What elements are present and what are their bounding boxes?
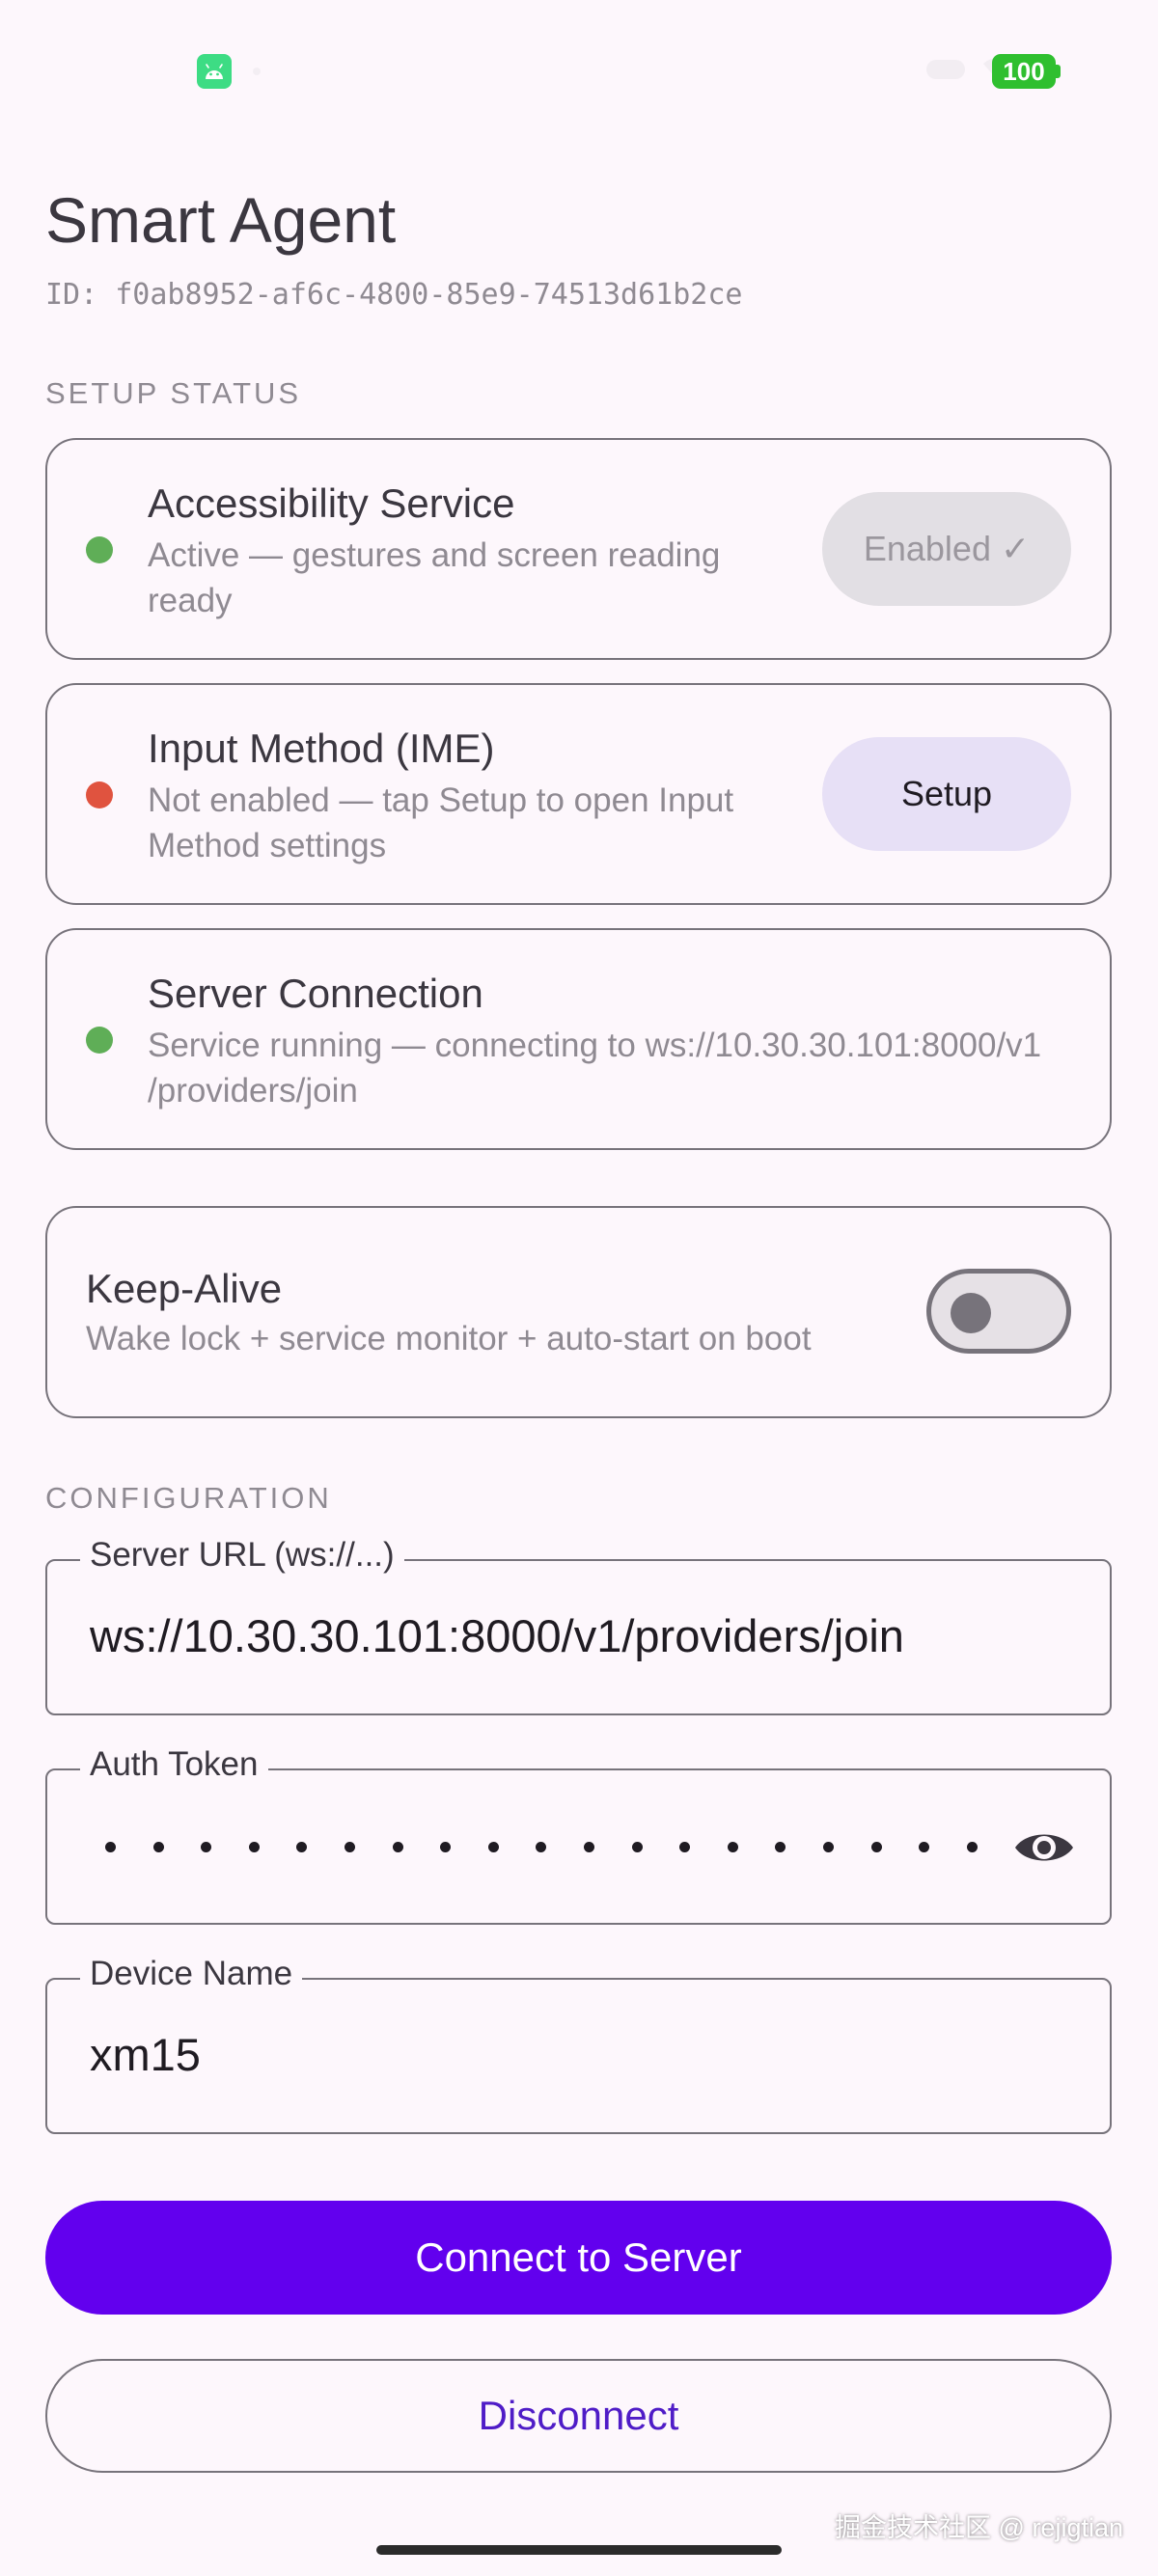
keep-alive-toggle[interactable] [926,1269,1071,1354]
server-title: Server Connection [148,971,483,1016]
status-bar: 12:34 100 [0,0,1158,135]
password-dot [344,1842,355,1852]
battery-nub [1056,65,1061,78]
password-dot [296,1842,308,1852]
ime-desc-line2: Method settings [148,827,387,864]
accessibility-enabled-button[interactable]: Enabled ✓ [822,492,1071,606]
server-desc-line2: /providers/join [148,1072,358,1110]
password-dot [201,1842,212,1852]
signal-icon [926,60,965,79]
server-status-dot [86,1027,113,1054]
ime-desc-line1: Not enabled — tap Setup to open Input [148,781,734,819]
ime-status-dot [86,781,113,808]
device-id: ID: f0ab8952-af6c-4800-85e9-74513d61b2ce [45,278,743,312]
password-dot [583,1842,594,1852]
auth-token-label: Auth Token [80,1745,268,1784]
page-title: Smart Agent [45,184,397,256]
password-dot [392,1842,403,1852]
home-indicator[interactable] [376,2545,782,2555]
password-dot [487,1842,499,1852]
battery-icon: 100 [992,54,1056,89]
watermark: 掘金技术社区 @ rejigtian [835,2513,1123,2542]
connect-button[interactable]: Connect to Server [45,2201,1112,2315]
keep-alive-title: Keep-Alive [86,1266,283,1311]
server-url-input[interactable]: ws://10.30.30.101:8000/v1/providers/join [90,1609,904,1662]
password-dot [631,1842,643,1852]
disconnect-button[interactable]: Disconnect [45,2359,1112,2473]
eye-icon[interactable] [1013,1824,1075,1871]
password-dot [440,1842,452,1852]
server-connection-card: Server Connection Service running — conn… [45,928,1112,1150]
accessibility-desc: Active — gestures and screen reading rea… [148,533,720,623]
password-dot [822,1842,834,1852]
server-url-field[interactable]: Server URL (ws://...) ws://10.30.30.101:… [45,1536,1112,1715]
password-dot [152,1842,164,1852]
auth-token-input[interactable] [105,1842,978,1852]
password-dot [775,1842,786,1852]
ime-desc: Not enabled — tap Setup to open Input Me… [148,778,733,868]
password-dot [536,1842,547,1852]
configuration-label: CONFIGURATION [45,1481,332,1515]
more-notifications-icon [253,68,261,75]
server-desc-line1: Service running — connecting to ws://10.… [148,1027,1042,1064]
auth-token-field[interactable]: Auth Token [45,1745,1112,1925]
toggle-knob [951,1293,991,1333]
device-name-input[interactable]: xm15 [90,2028,201,2081]
password-dot [727,1842,738,1852]
accessibility-desc-line1: Active — gestures and screen reading [148,536,721,574]
password-dot [966,1842,978,1852]
device-name-field[interactable]: Device Name xm15 [45,1955,1112,2134]
password-dot [870,1842,882,1852]
accessibility-status-dot [86,536,113,563]
password-dot [919,1842,930,1852]
android-notification-icon [197,54,232,89]
setup-status-label: SETUP STATUS [45,376,302,410]
status-time: 12:34 [79,48,169,88]
accessibility-service-card: Accessibility Service Active — gestures … [45,438,1112,660]
keep-alive-card: Keep-Alive Wake lock + service monitor +… [45,1206,1112,1418]
accessibility-title: Accessibility Service [148,480,515,526]
ime-title: Input Method (IME) [148,726,495,771]
password-dot [248,1842,260,1852]
input-method-card: Input Method (IME) Not enabled — tap Set… [45,683,1112,905]
server-desc: Service running — connecting to ws://10.… [148,1023,1041,1113]
accessibility-desc-line2: ready [148,582,233,619]
password-dot [679,1842,691,1852]
keep-alive-desc: Wake lock + service monitor + auto-start… [86,1320,812,1357]
ime-setup-button[interactable]: Setup [822,737,1071,851]
password-dot [105,1842,116,1852]
device-name-label: Device Name [80,1955,303,1993]
server-url-label: Server URL (ws://...) [80,1536,404,1575]
